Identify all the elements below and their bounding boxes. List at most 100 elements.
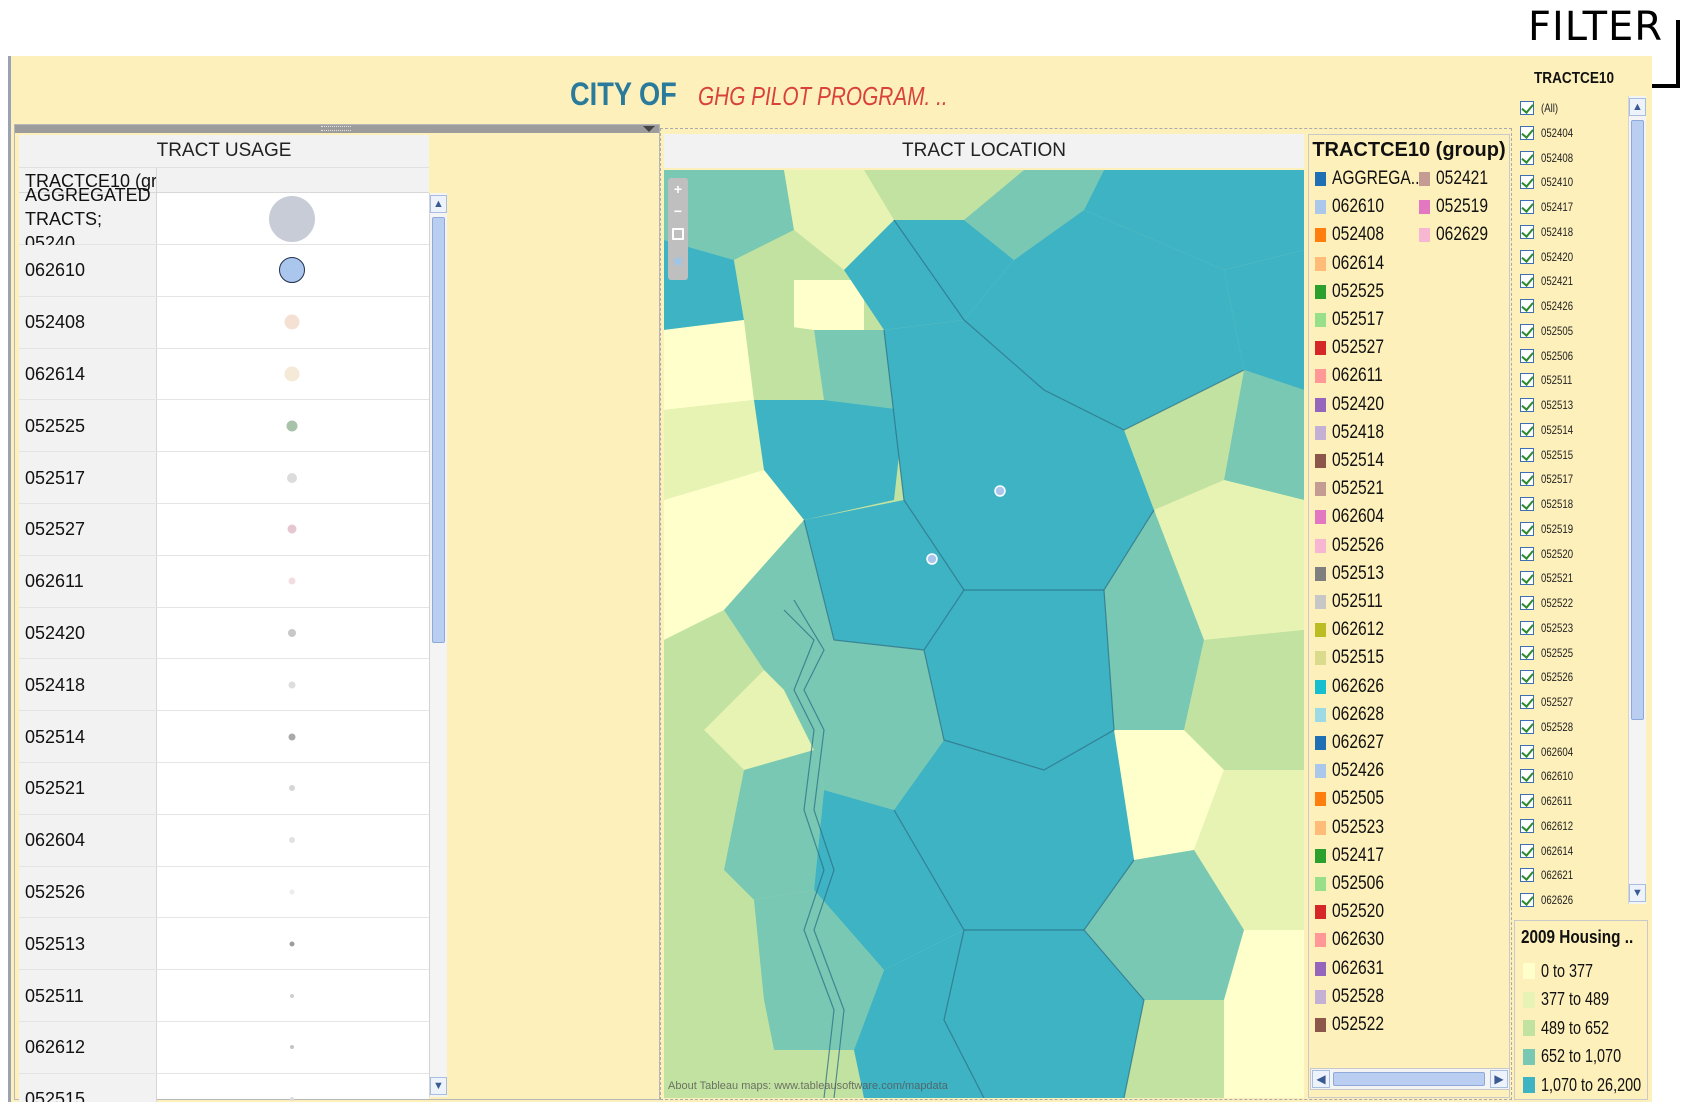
mark-cell[interactable] xyxy=(157,400,429,451)
grip-icon[interactable] xyxy=(321,126,351,131)
filter-item[interactable]: 052515 xyxy=(1520,445,1581,465)
legend-item[interactable]: 052525 xyxy=(1315,280,1395,304)
legend-item[interactable]: 062627 xyxy=(1315,731,1395,755)
checkbox-checked-icon[interactable] xyxy=(1520,200,1534,214)
checkbox-checked-icon[interactable] xyxy=(1520,497,1534,511)
checkbox-checked-icon[interactable] xyxy=(1520,398,1534,412)
panel-menu-arrow-icon[interactable] xyxy=(643,126,655,132)
checkbox-checked-icon[interactable] xyxy=(1520,769,1534,784)
filter-item[interactable]: 052417 xyxy=(1520,197,1581,217)
checkbox-checked-icon[interactable] xyxy=(1520,893,1534,907)
filter-item[interactable]: 052525 xyxy=(1520,643,1581,663)
checkbox-checked-icon[interactable] xyxy=(1520,373,1534,388)
legend-item[interactable]: 052526 xyxy=(1315,534,1395,558)
legend-item[interactable]: 062614 xyxy=(1315,252,1395,276)
filter-item[interactable]: 052511 xyxy=(1520,370,1580,390)
usage-circle-mark[interactable] xyxy=(289,941,295,947)
filter-item[interactable]: 052527 xyxy=(1520,692,1581,712)
table-row[interactable]: 052511 xyxy=(19,970,429,1022)
usage-circle-mark[interactable] xyxy=(284,366,300,382)
legend-item[interactable]: 052505 xyxy=(1315,787,1395,811)
housing-legend-item[interactable]: 652 to 1,070 xyxy=(1523,1045,1641,1069)
filter-item-all[interactable]: (All) xyxy=(1520,98,1562,118)
scroll-thumb[interactable] xyxy=(1333,1072,1485,1086)
checkbox-checked-icon[interactable] xyxy=(1520,447,1534,462)
mark-cell[interactable] xyxy=(157,504,429,555)
checkbox-checked-icon[interactable] xyxy=(1520,422,1534,437)
filter-item[interactable]: 062604 xyxy=(1520,742,1581,762)
filter-item[interactable]: 052514 xyxy=(1520,420,1581,440)
checkbox-checked-icon[interactable] xyxy=(1520,596,1534,610)
housing-legend-item[interactable]: 377 to 489 xyxy=(1523,988,1626,1012)
table-row[interactable]: 052527 xyxy=(19,504,429,556)
legend-item[interactable]: 062626 xyxy=(1315,675,1395,699)
filter-item[interactable]: 052519 xyxy=(1520,519,1581,539)
legend-item[interactable]: 052527 xyxy=(1315,336,1395,360)
usage-circle-mark[interactable] xyxy=(286,420,298,432)
legend-item[interactable]: 052515 xyxy=(1315,646,1395,670)
checkbox-checked-icon[interactable] xyxy=(1520,274,1534,289)
checkbox-checked-icon[interactable] xyxy=(1520,843,1534,858)
legend-item[interactable]: 052421 xyxy=(1419,167,1499,191)
map-attribution[interactable]: About Tableau maps: www.tableausoftware.… xyxy=(668,1080,948,1092)
filter-item[interactable]: 052526 xyxy=(1520,667,1581,687)
filter-item[interactable]: 062614 xyxy=(1520,841,1581,861)
legend-item[interactable]: 062611 xyxy=(1315,364,1394,388)
filter-item[interactable]: 062611 xyxy=(1520,791,1580,811)
mark-cell[interactable] xyxy=(157,245,429,296)
mark-cell[interactable] xyxy=(157,659,429,710)
usage-circle-mark[interactable] xyxy=(279,257,305,284)
scroll-thumb[interactable] xyxy=(432,217,445,643)
legend-item[interactable]: 052506 xyxy=(1315,872,1395,896)
filter-vertical-scrollbar[interactable]: ▲ ▼ xyxy=(1628,96,1646,904)
mark-cell[interactable] xyxy=(157,711,429,762)
usage-circle-mark[interactable] xyxy=(290,1097,294,1102)
checkbox-checked-icon[interactable] xyxy=(1520,868,1534,883)
legend-item[interactable]: 052517 xyxy=(1315,308,1395,332)
checkbox-checked-icon[interactable] xyxy=(1520,101,1534,115)
table-row[interactable]: 052408 xyxy=(19,296,429,349)
filter-item[interactable]: 052518 xyxy=(1520,494,1581,514)
panel-drag-bar[interactable] xyxy=(15,125,659,133)
checkbox-checked-icon[interactable] xyxy=(1520,224,1534,239)
legend-item[interactable]: 052426 xyxy=(1315,759,1395,783)
table-row[interactable]: 052418 xyxy=(19,659,429,712)
filter-item[interactable]: 052410 xyxy=(1520,172,1581,192)
filter-item[interactable]: 052421 xyxy=(1520,271,1581,291)
legend-item[interactable]: 062604 xyxy=(1315,505,1395,529)
usage-circle-mark[interactable] xyxy=(287,524,297,534)
table-row[interactable]: 052420 xyxy=(19,607,429,660)
filter-item[interactable]: 052505 xyxy=(1520,321,1581,341)
filter-item[interactable]: 052513 xyxy=(1520,395,1581,415)
legend-item[interactable]: 052408 xyxy=(1315,223,1395,247)
checkbox-checked-icon[interactable] xyxy=(1520,695,1534,709)
checkbox-checked-icon[interactable] xyxy=(1520,521,1534,536)
filter-item[interactable]: 052522 xyxy=(1520,593,1581,613)
usage-circle-mark[interactable] xyxy=(287,472,297,483)
usage-circle-mark[interactable] xyxy=(288,681,296,689)
pin-icon[interactable]: ★ xyxy=(671,254,685,268)
filter-item[interactable]: 062626 xyxy=(1520,890,1581,910)
legend-item[interactable]: 052519 xyxy=(1419,195,1499,219)
mark-cell[interactable] xyxy=(157,1074,429,1102)
usage-circle-mark[interactable] xyxy=(289,785,295,792)
filter-item[interactable]: 052521 xyxy=(1520,568,1581,588)
table-row[interactable]: 052525 xyxy=(19,400,429,453)
table-row[interactable]: 052526 xyxy=(19,866,429,919)
checkbox-checked-icon[interactable] xyxy=(1520,719,1534,734)
usage-vertical-scrollbar[interactable]: ▲ ▼ xyxy=(429,193,447,1097)
legend-item[interactable]: 052528 xyxy=(1315,985,1395,1009)
mark-cell[interactable] xyxy=(157,867,429,918)
mark-cell[interactable] xyxy=(157,452,429,503)
legend-item[interactable]: 052418 xyxy=(1315,421,1395,445)
usage-circle-mark[interactable] xyxy=(288,733,296,741)
table-row[interactable]: 052514 xyxy=(19,711,429,763)
housing-legend-item[interactable]: 1,070 to 26,200 xyxy=(1523,1073,1666,1097)
filter-item[interactable]: 052420 xyxy=(1520,247,1581,267)
filter-item[interactable]: 062612 xyxy=(1520,816,1581,836)
scroll-down-icon[interactable]: ▼ xyxy=(1629,884,1646,902)
select-tool-icon[interactable] xyxy=(672,228,684,240)
scroll-up-icon[interactable]: ▲ xyxy=(1629,98,1646,116)
mark-cell[interactable] xyxy=(157,1022,429,1073)
table-row[interactable]: AGGREGATED TRACTS; 05240.. xyxy=(19,185,429,253)
